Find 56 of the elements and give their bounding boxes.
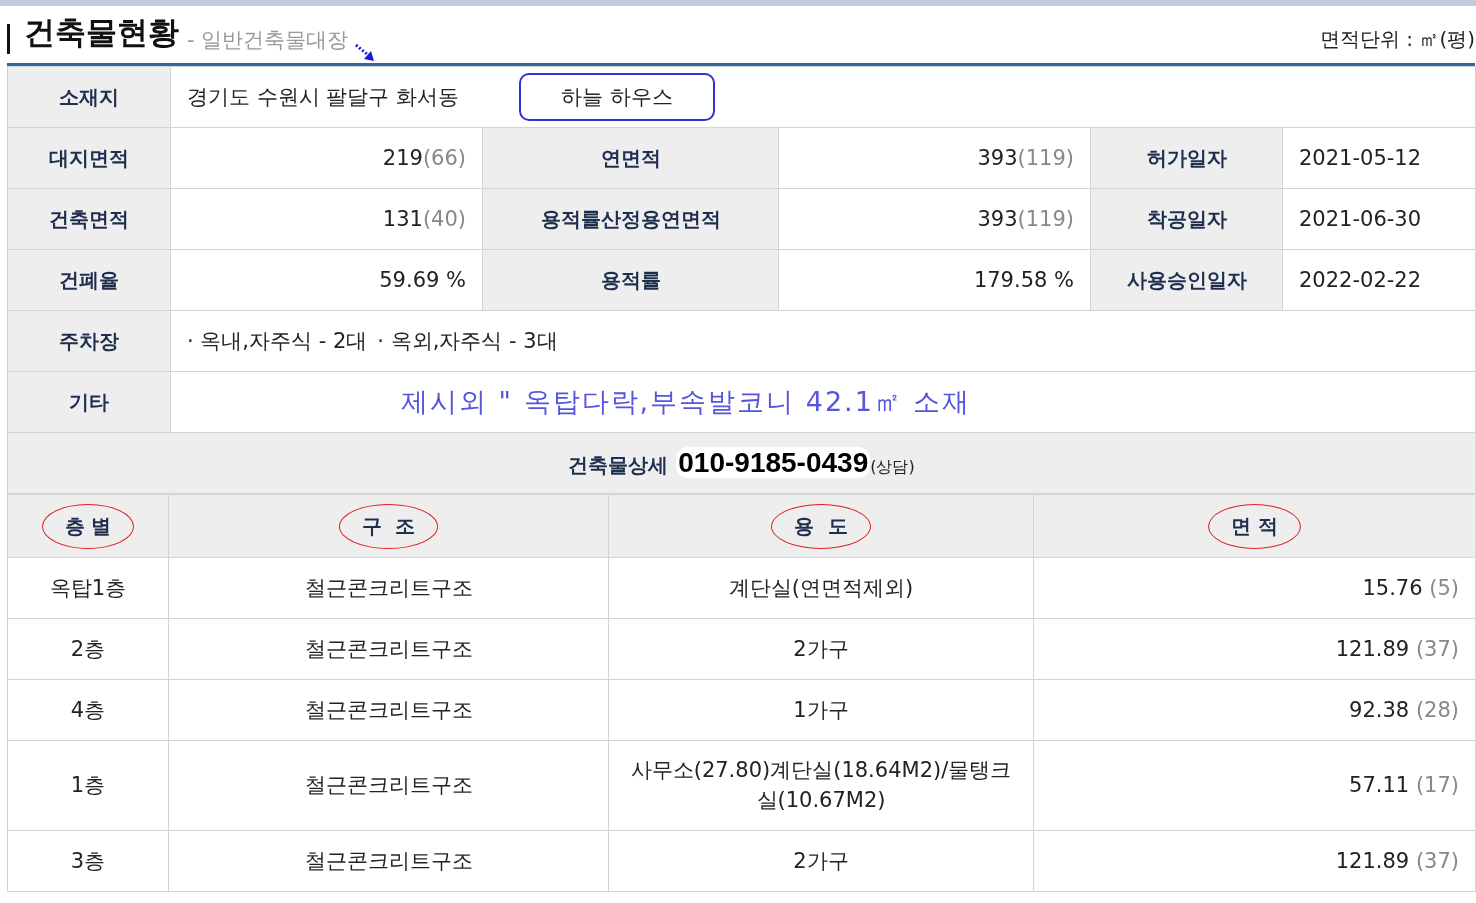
- consult-note: (상담): [870, 457, 915, 476]
- title-bar: [7, 24, 10, 54]
- parking-item: · 옥외,자주식 - 3대: [377, 329, 558, 353]
- dotted-arrow-icon: [354, 42, 377, 62]
- remark-text: 제시외 " 옥탑다락,부속발코니 42.1㎡ 소재: [170, 371, 1476, 433]
- field-value: 219(66): [170, 127, 483, 189]
- field-value: 179.58 %: [778, 249, 1091, 311]
- table-cell: 철근콘크리트구조: [168, 618, 609, 680]
- field-label: 허가일자: [1090, 127, 1283, 189]
- table-cell: 121.89 (37): [1033, 618, 1476, 680]
- table-cell: 1가구: [608, 679, 1034, 741]
- column-header: 구 조: [338, 503, 439, 549]
- table-cell: 옥탑1층: [7, 557, 169, 619]
- field-label: 연면적: [482, 127, 779, 189]
- field-value: 131(40): [170, 188, 483, 250]
- table-cell: 철근콘크리트구조: [168, 557, 609, 619]
- field-value: 393(119): [778, 188, 1091, 250]
- table-cell: 2층: [7, 618, 169, 680]
- field-value: 59.69 %: [170, 249, 483, 311]
- page-subtitle: - 일반건축물대장: [187, 27, 349, 54]
- field-label: 기타: [7, 371, 171, 433]
- table-cell: 2가구: [608, 830, 1034, 892]
- table-cell: 15.76 (5): [1033, 557, 1476, 619]
- parking-item: · 옥내,자주식 - 2대: [187, 329, 368, 353]
- field-value: 393(119): [778, 127, 1091, 189]
- table-cell: 계단실(연면적제외): [608, 557, 1034, 619]
- field-label: 용적률산정용연면적: [482, 188, 779, 250]
- field-label: 건폐율: [7, 249, 171, 311]
- table-cell: 철근콘크리트구조: [168, 679, 609, 741]
- address-text: 경기도 수원시 팔달구 화서동: [187, 85, 460, 109]
- table-cell: 사무소(27.80)계단실(18.64M2)/물탱크실(10.67M2): [608, 740, 1034, 831]
- table-cell: 92.38 (28): [1033, 679, 1476, 741]
- field-value: 2021-05-12: [1282, 127, 1476, 189]
- table-cell: 1층: [7, 740, 169, 831]
- area-unit-note: 면적단위 : ㎡(평): [1319, 26, 1475, 53]
- table-cell: 철근콘크리트구조: [168, 740, 609, 831]
- table-cell: 4층: [7, 679, 169, 741]
- phone-number: 010-9185-0439: [676, 447, 871, 478]
- table-cell: 3층: [7, 830, 169, 892]
- field-value: 2021-06-30: [1282, 188, 1476, 250]
- field-label: 착공일자: [1090, 188, 1283, 250]
- table-cell: 57.11 (17): [1033, 740, 1476, 831]
- table-cell: 2가구: [608, 618, 1034, 680]
- field-label: 용적률: [482, 249, 779, 311]
- field-label: 사용승인일자: [1090, 249, 1283, 311]
- table-cell: 철근콘크리트구조: [168, 830, 609, 892]
- column-header: 층 별: [41, 503, 135, 549]
- field-label: 건축면적: [7, 188, 171, 250]
- detail-label: 건축물상세: [568, 453, 669, 477]
- page-title: 건축물현황: [24, 13, 179, 52]
- field-label: 주차장: [7, 310, 171, 372]
- building-name: 하늘 하우스: [519, 73, 715, 121]
- table-cell: 121.89 (37): [1033, 830, 1476, 892]
- field-label: 대지면적: [7, 127, 171, 189]
- field-value: 2022-02-22: [1282, 249, 1476, 311]
- field-label: 소재지: [7, 66, 171, 128]
